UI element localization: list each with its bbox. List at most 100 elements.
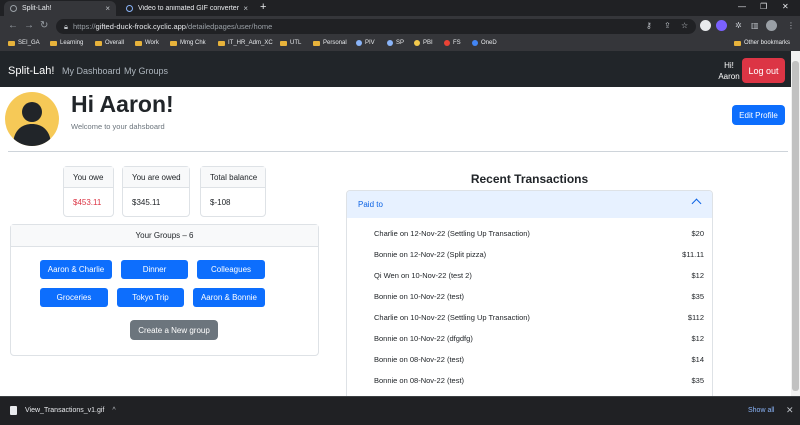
site-favicon-icon	[126, 5, 133, 12]
group-button-aaron-bonnie[interactable]: Aaron & Bonnie	[193, 288, 265, 307]
brand-logo[interactable]: Split-Lah!	[8, 65, 54, 77]
download-filename: View_Transactions_v1.gif	[25, 407, 105, 414]
group-button-colleagues[interactable]: Colleagues	[197, 260, 265, 279]
reload-icon[interactable]: ↻	[40, 20, 48, 31]
bookmark-folder[interactable]: Work	[135, 40, 159, 46]
transaction-amount: $11.11	[682, 250, 704, 259]
puzzle-icon[interactable]: ✲	[735, 21, 742, 30]
address-bar[interactable]: 🔒︎ https://gifted-duck-frock.cyclic.app /…	[56, 19, 696, 34]
transaction-amount: $20	[691, 229, 704, 238]
bookmark-folder[interactable]: Mmg Chk	[170, 40, 206, 46]
bookmark-favicon-icon	[472, 40, 478, 46]
minimize-icon[interactable]: —	[738, 2, 746, 11]
transaction-row: Charlie on 10-Nov-22 (Settling Up Transa…	[374, 313, 704, 322]
folder-icon	[95, 40, 102, 46]
bookmark-link[interactable]: OneD	[472, 40, 497, 46]
new-tab-button[interactable]: +	[260, 1, 266, 13]
bookmark-folder[interactable]: Learning	[50, 40, 83, 46]
bookmark-link[interactable]: PBI	[414, 40, 433, 46]
close-icon[interactable]: ✕	[786, 405, 794, 416]
page-scrollbar[interactable]	[791, 51, 800, 396]
nav-my-groups[interactable]: My Groups	[124, 66, 168, 76]
share-icon[interactable]: ⇪	[664, 21, 671, 30]
transaction-desc: Qi Wen on 10-Nov-22 (test 2)	[374, 271, 472, 280]
kebab-menu-icon[interactable]: ⋮	[787, 21, 795, 30]
transaction-row: Bonnie on 12-Nov-22 (Split pizza) $11.11	[374, 250, 704, 259]
transaction-desc: Bonnie on 08-Nov-22 (test)	[374, 376, 465, 385]
accordion-header-paid-to[interactable]: Paid to	[347, 191, 712, 218]
transaction-desc: Bonnie on 10-Nov-22 (test)	[374, 292, 465, 301]
logout-button[interactable]: Log out	[742, 58, 785, 83]
transaction-amount: $35	[691, 292, 704, 301]
groups-header: Your Groups – 6	[11, 225, 318, 247]
bookmark-link[interactable]: SP	[387, 40, 404, 46]
stat-label: You are owed	[123, 167, 189, 188]
maximize-icon[interactable]: ❐	[760, 2, 767, 11]
tab-split-lah[interactable]: Split-Lah! ×	[4, 1, 116, 16]
star-icon[interactable]: ☆	[681, 21, 688, 30]
stat-label: You owe	[64, 167, 113, 188]
bookmark-folder[interactable]: IT_HR_Adm_XC	[218, 40, 273, 46]
bookmark-folder[interactable]: SEI_GA	[8, 40, 40, 46]
side-panel-icon[interactable]: ▥	[751, 21, 759, 30]
stat-value: $453.11	[73, 198, 102, 207]
forward-arrow-icon[interactable]: →	[24, 20, 34, 31]
page-subtitle: Welcome to your dahsboard	[71, 122, 165, 131]
bookmark-folder[interactable]: UTL	[280, 40, 301, 46]
tab-gif-converter[interactable]: Video to animated GIF converter ×	[120, 1, 254, 16]
group-button-aaron-charlie[interactable]: Aaron & Charlie	[40, 260, 112, 279]
close-tab-icon[interactable]: ×	[243, 4, 248, 13]
transaction-desc: Bonnie on 12-Nov-22 (Split pizza)	[374, 250, 487, 259]
show-all-downloads-link[interactable]: Show all	[748, 407, 774, 414]
stat-value: $345.11	[132, 198, 161, 207]
extension-icon[interactable]	[716, 20, 727, 31]
transaction-amount: $14	[691, 355, 704, 364]
other-bookmarks[interactable]: Other bookmarks	[734, 40, 790, 46]
group-button-tokyo-trip[interactable]: Tokyo Trip	[117, 288, 184, 307]
folder-icon	[313, 40, 320, 46]
group-button-groceries[interactable]: Groceries	[40, 288, 108, 307]
back-arrow-icon[interactable]: ←	[8, 20, 18, 31]
bookmark-folder[interactable]: Personal	[313, 40, 347, 46]
transaction-amount: $12	[691, 334, 704, 343]
key-icon[interactable]: ⚷	[646, 21, 652, 30]
bookmark-favicon-icon	[387, 40, 393, 46]
nav-my-dashboard[interactable]: My Dashboard	[62, 66, 121, 76]
close-tab-icon[interactable]: ×	[105, 4, 110, 13]
page-title: Hi Aaron!	[71, 91, 174, 117]
download-item[interactable]: View_Transactions_v1.gif ^	[10, 406, 116, 415]
stat-you-are-owed: You are owed $345.11	[122, 166, 190, 217]
scrollbar-thumb[interactable]	[792, 61, 799, 391]
window-close-icon[interactable]: ✕	[782, 2, 789, 11]
url-host: gifted-duck-frock.cyclic.app	[95, 22, 186, 31]
user-greeting: Hi! Aaron	[718, 61, 740, 81]
stat-you-owe: You owe $453.11	[63, 166, 114, 217]
transaction-row: Bonnie on 08-Nov-22 (test) $35	[374, 376, 704, 385]
chevron-up-icon[interactable]: ^	[112, 407, 115, 414]
profile-avatar-icon[interactable]	[766, 20, 777, 31]
transaction-desc: Bonnie on 10-Nov-22 (dfgdfg)	[374, 334, 473, 343]
transactions-accordion: Paid to Charlie on 12-Nov-22 (Settling U…	[346, 190, 713, 400]
folder-icon	[734, 40, 741, 46]
app-navbar: Split-Lah! My Dashboard My Groups Hi! Aa…	[0, 51, 791, 87]
lock-icon: 🔒︎	[64, 21, 68, 31]
tab-title: Split-Lah!	[22, 5, 52, 12]
edit-profile-button[interactable]: Edit Profile	[732, 105, 785, 125]
avatar	[5, 92, 59, 146]
divider	[8, 151, 788, 152]
browser-toolbar: ← → ↻ 🔒︎ https://gifted-duck-frock.cycli…	[0, 16, 800, 37]
transaction-row: Bonnie on 10-Nov-22 (test) $35	[374, 292, 704, 301]
transaction-desc: Charlie on 12-Nov-22 (Settling Up Transa…	[374, 229, 530, 238]
chevron-up-icon[interactable]	[691, 198, 702, 209]
bookmark-link[interactable]: FS	[444, 40, 461, 46]
url-path: /detailedpages/user/home	[185, 22, 273, 31]
bookmark-link[interactable]: PIV	[356, 40, 375, 46]
transaction-row: Bonnie on 08-Nov-22 (test) $14	[374, 355, 704, 364]
transaction-amount: $112	[687, 313, 704, 322]
globe-icon	[10, 5, 17, 12]
group-button-dinner[interactable]: Dinner	[121, 260, 188, 279]
create-group-button[interactable]: Create a New group	[130, 320, 218, 340]
extension-icon[interactable]	[700, 20, 711, 31]
your-groups-card: Your Groups – 6 Aaron & Charlie Dinner C…	[10, 224, 319, 356]
bookmark-folder[interactable]: Overall	[95, 40, 124, 46]
